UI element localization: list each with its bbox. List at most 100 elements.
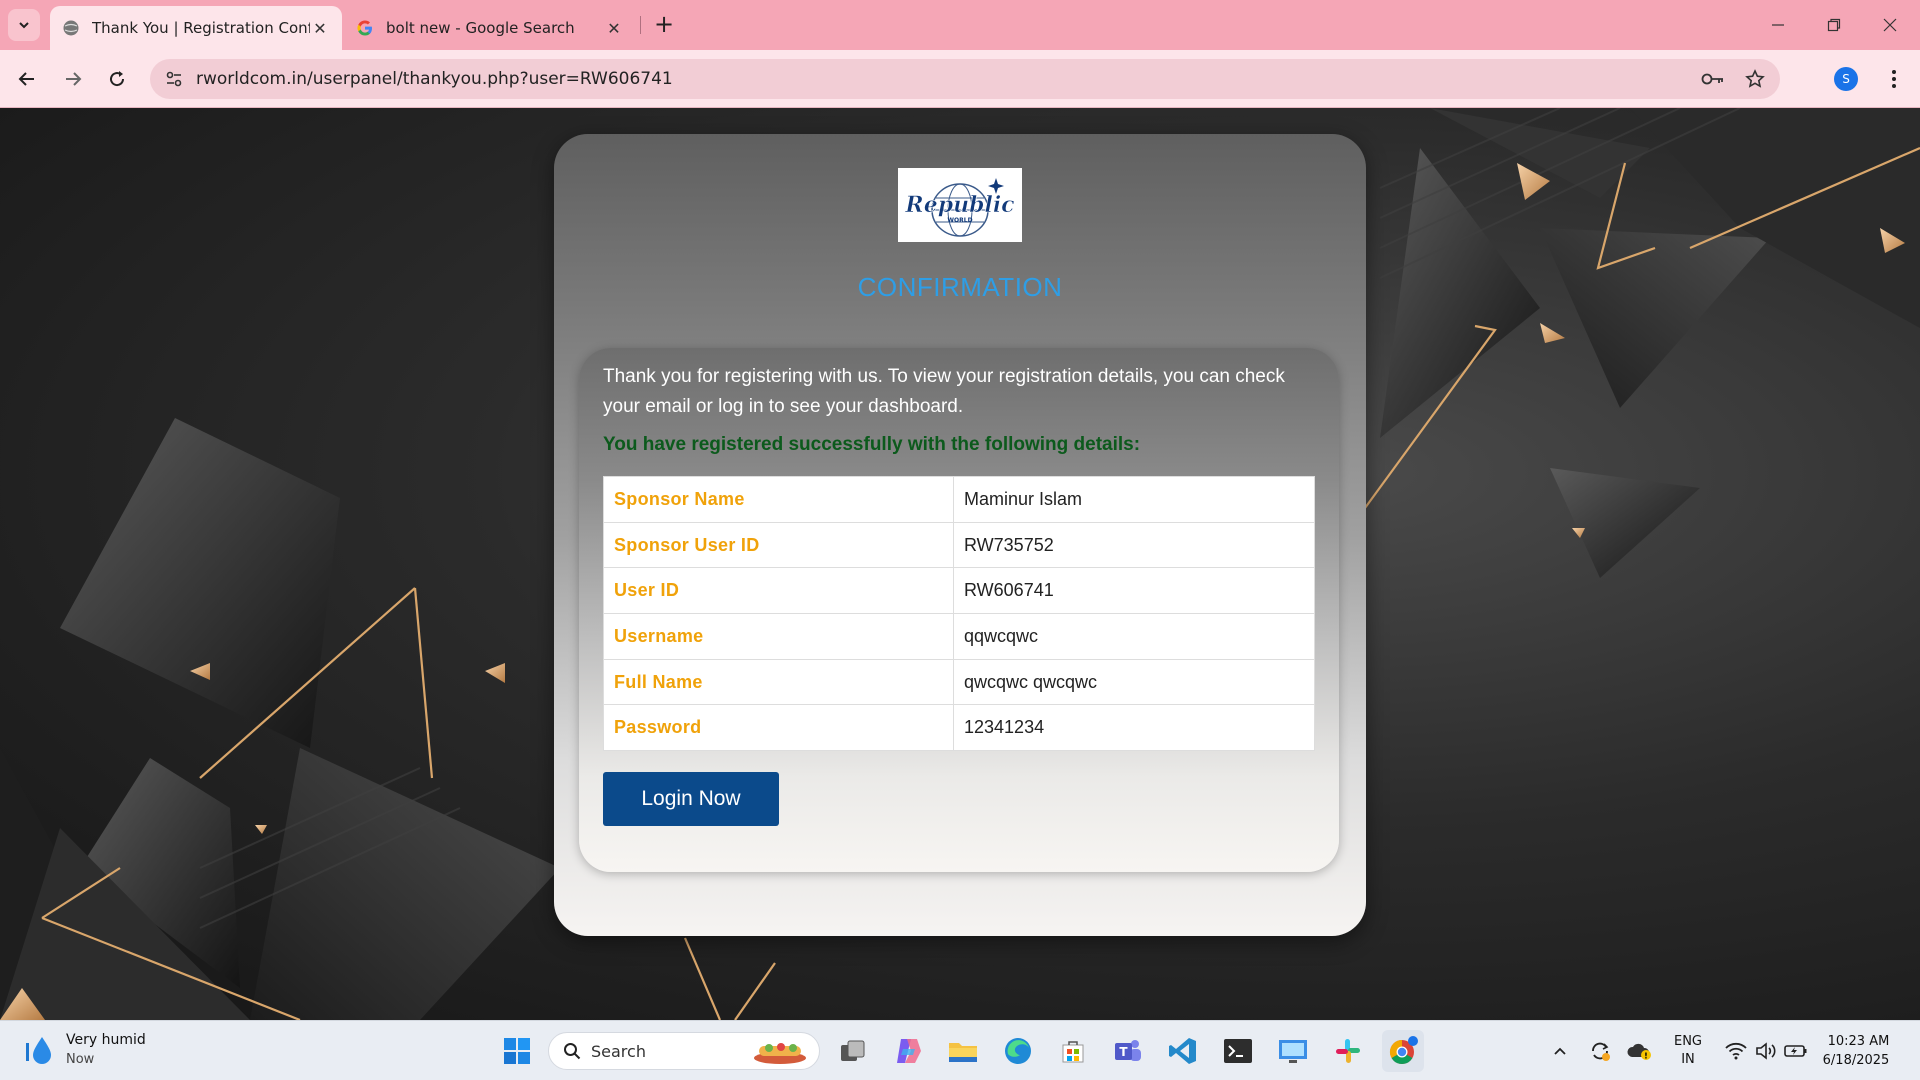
taskbar-search[interactable]: Search [548,1032,820,1070]
tab-google-search[interactable]: bolt new - Google Search ✕ [344,6,636,50]
copilot-icon [897,1039,921,1063]
detail-value: qqwcqwc [953,613,1315,660]
volume-tray-icon[interactable] [1752,1021,1780,1080]
reload-button[interactable] [100,62,134,96]
profile-avatar[interactable]: S [1834,67,1858,91]
login-now-button[interactable]: Login Now [603,772,779,826]
search-placeholder: Search [591,1041,646,1061]
success-message: You have registered successfully with th… [603,434,1141,455]
copilot-button[interactable] [887,1030,929,1072]
table-row: Password 12341234 [603,704,1315,752]
close-icon [1883,18,1897,32]
chevron-down-icon [19,22,29,29]
back-button[interactable] [10,62,44,96]
close-tab-icon[interactable]: ✕ [310,18,330,38]
windows-logo-icon [504,1038,530,1064]
weather-title: Very humid [66,1032,146,1048]
chrome-icon [1389,1036,1418,1065]
search-icon [564,1043,581,1060]
task-view-icon [841,1040,865,1061]
file-explorer-button[interactable] [942,1030,984,1072]
restore-button[interactable] [1806,0,1862,50]
onedrive-tray-icon[interactable]: ! [1624,1021,1654,1080]
details-panel: Thank you for registering with us. To vi… [579,348,1339,872]
intro-text: Thank you for registering with us. To vi… [603,366,1285,417]
detail-label: Username [603,613,954,660]
vscode-icon [1169,1038,1196,1064]
windows-taskbar: Very humid Now Search T ! ENG IN 10:23 A… [0,1020,1920,1080]
weather-widget[interactable]: Very humid Now [22,1031,146,1069]
browser-menu-button[interactable] [1880,64,1908,94]
forward-button[interactable] [56,62,90,96]
minimize-icon [1772,24,1784,26]
more-vert-icon [1892,70,1896,88]
battery-charging-icon [1784,1045,1807,1057]
battery-tray-icon[interactable] [1782,1021,1810,1080]
detail-value: 12341234 [953,704,1315,752]
url-text[interactable]: rworldcom.in/userpanel/thankyou.php?user… [196,69,1696,89]
slack-icon [1336,1039,1360,1063]
reload-icon [110,71,125,87]
arrow-left-icon [18,72,34,86]
detail-label: Sponsor Name [603,476,954,523]
minimize-button[interactable] [1750,0,1806,50]
tab-strip: Thank You | Registration Confirmation ✕ … [0,0,1920,50]
detail-label: Sponsor User ID [603,521,954,569]
svg-text:T: T [1119,1045,1128,1059]
new-tab-button[interactable]: + [650,10,678,38]
speaker-icon [1756,1042,1776,1060]
sync-tray-icon[interactable] [1586,1021,1614,1080]
registration-details-table: Sponsor Name Maminur Islam Sponsor User … [603,476,1315,752]
arrow-right-icon [66,72,82,86]
search-highlight-food-icon [754,1043,806,1064]
language-indicator[interactable]: ENG IN [1662,1021,1714,1080]
clock-date: 6/18/2025 [1822,1053,1890,1068]
start-button[interactable] [496,1030,538,1072]
humidity-drop-icon [26,1037,51,1064]
teams-button[interactable]: T [1107,1030,1149,1072]
tab-title: bolt new - Google Search [386,19,575,37]
password-key-icon[interactable] [1696,62,1730,96]
language-code: ENG [1673,1034,1702,1049]
terminal-button[interactable] [1217,1030,1259,1072]
republic-world-logo: Republic WORLD [898,168,1022,242]
tab-title: Thank You | Registration Confirmation [92,19,310,37]
clock-time: 10:23 AM [1827,1034,1890,1049]
microsoft-store-button[interactable] [1052,1030,1094,1072]
vscode-button[interactable] [1162,1030,1204,1072]
svg-text:!: ! [1644,1052,1648,1061]
task-view-button[interactable] [832,1030,874,1072]
wifi-tray-icon[interactable] [1722,1021,1750,1080]
chrome-button[interactable] [1382,1030,1424,1072]
edge-icon [1005,1038,1031,1064]
detail-value: RW606741 [953,567,1315,615]
detail-value: Maminur Islam [953,476,1315,523]
wifi-icon [1725,1042,1747,1060]
logo-text: Republic [904,192,1015,218]
system-clock[interactable]: 10:23 AM 6/18/2025 [1812,1021,1900,1080]
edge-browser-button[interactable] [997,1030,1039,1072]
logo-subtext: WORLD [947,217,972,224]
tab-search-button[interactable] [8,9,40,41]
show-hidden-icons-button[interactable] [1548,1021,1572,1080]
sync-icon [1592,1042,1610,1061]
terminal-icon [1224,1039,1252,1063]
close-tab-icon[interactable]: ✕ [604,18,624,38]
slack-button[interactable] [1327,1030,1369,1072]
page-content: Republic WORLD CONFIRMATION Thank you fo… [0,108,1920,1020]
remote-desktop-icon [1279,1040,1307,1063]
table-row: Sponsor User ID RW735752 [603,521,1315,569]
remote-desktop-button[interactable] [1272,1030,1314,1072]
site-info-icon[interactable] [164,69,184,89]
globe-icon [63,20,79,36]
restore-icon [1827,18,1841,32]
confirmation-card: Republic WORLD CONFIRMATION Thank you fo… [554,134,1366,936]
close-window-button[interactable] [1862,0,1918,50]
folder-icon [949,1043,977,1062]
browser-toolbar: rworldcom.in/userpanel/thankyou.php?user… [0,50,1920,108]
bookmark-star-icon[interactable] [1738,62,1772,96]
address-bar[interactable]: rworldcom.in/userpanel/thankyou.php?user… [150,59,1780,99]
weather-subtitle: Now [66,1052,95,1067]
tab-registration-confirmation[interactable]: Thank You | Registration Confirmation ✕ [50,6,342,50]
table-row: Username qqwcqwc [603,613,1315,660]
